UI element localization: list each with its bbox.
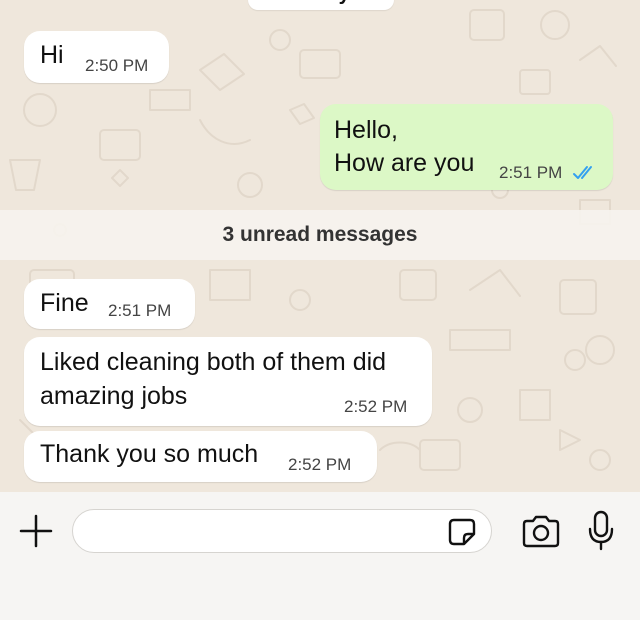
message-text: Thank you so much	[40, 440, 259, 468]
message-bubble-incoming[interactable]: Fine 2:51 PM	[24, 279, 195, 329]
unread-messages-label: 3 unread messages	[222, 223, 418, 246]
message-bubble-incoming[interactable]: Hi 2:50 PM	[24, 31, 169, 83]
camera-icon[interactable]	[520, 512, 562, 552]
message-time: 2:52 PM	[344, 397, 408, 416]
plus-icon[interactable]	[18, 513, 54, 549]
date-label: Today	[248, 0, 394, 10]
message-time: 2:52 PM	[288, 455, 352, 474]
double-check-icon	[572, 165, 598, 181]
message-input[interactable]	[72, 509, 492, 553]
chat-area: Today Hi 2:50 PM Hello, How are you 2:51…	[0, 0, 640, 492]
message-time: 2:50 PM	[85, 56, 149, 75]
message-text: How are you	[334, 149, 475, 177]
message-text: amazing jobs	[40, 382, 188, 410]
message-bubble-incoming[interactable]: Liked cleaning both of them did amazing …	[24, 337, 432, 426]
unread-divider: 3 unread messages	[0, 210, 640, 260]
sticker-icon[interactable]	[446, 516, 478, 548]
message-bubble-outgoing[interactable]: Hello, How are you 2:51 PM	[320, 104, 613, 190]
message-text: Hello,	[334, 116, 398, 144]
message-time: 2:51 PM	[499, 163, 563, 182]
message-bubble-incoming[interactable]: Thank you so much 2:52 PM	[24, 431, 377, 482]
microphone-icon[interactable]	[586, 509, 616, 553]
message-composer	[0, 492, 640, 620]
message-text: Fine	[40, 289, 89, 317]
message-text: Hi	[40, 41, 64, 69]
message-time: 2:51 PM	[108, 301, 172, 320]
message-text: Liked cleaning both of them did	[40, 348, 387, 376]
